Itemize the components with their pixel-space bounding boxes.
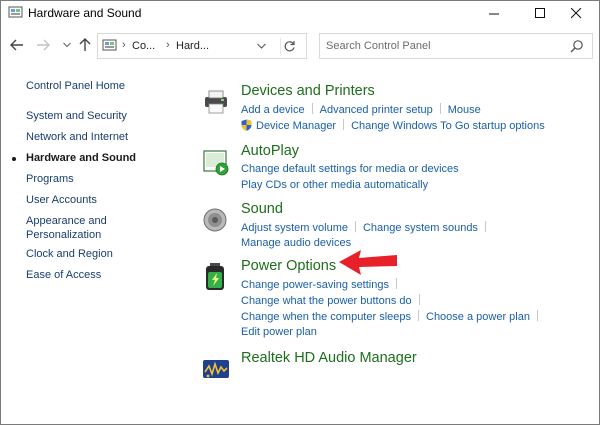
sidebar-item-clock-and-region[interactable]: Clock and Region	[26, 248, 113, 260]
change-when-computer-sleeps-link[interactable]: Change when the computer sleeps	[241, 311, 411, 323]
title-bar: Hardware and Sound	[1, 1, 599, 25]
sidebar-item-network-and-internet[interactable]: Network and Internet	[26, 131, 128, 143]
sound-links-row2: Manage audio devices	[241, 237, 351, 249]
search-icon[interactable]	[570, 39, 584, 53]
power-links-row1: Change power-saving settings	[241, 278, 404, 291]
advanced-printer-setup-link[interactable]: Advanced printer setup	[320, 104, 433, 116]
power-links-row4: Edit power plan	[241, 326, 317, 338]
minimize-icon	[488, 13, 499, 14]
manage-audio-devices-link[interactable]: Manage audio devices	[241, 237, 351, 249]
address-bar[interactable]: › Co... › Hard...	[97, 33, 307, 59]
link-divider	[354, 221, 356, 232]
up-button[interactable]	[77, 37, 93, 53]
power-links-row2: Change what the power buttons do	[241, 294, 427, 307]
change-power-saving-settings-link[interactable]: Change power-saving settings	[241, 279, 389, 291]
autoplay-title[interactable]: AutoPlay	[241, 143, 299, 159]
power-links-row3: Change when the computer sleeps Choose a …	[241, 310, 545, 323]
breadcrumb-separator[interactable]: ›	[166, 39, 170, 51]
active-item-indicator	[12, 157, 16, 161]
edit-power-plan-link[interactable]: Edit power plan	[241, 326, 317, 338]
forward-button[interactable]	[35, 37, 51, 53]
sidebar-item-appearance-line1[interactable]: Appearance and	[26, 215, 107, 227]
breadcrumb-separator[interactable]: ›	[122, 39, 126, 51]
change-default-settings-link[interactable]: Change default settings for media or dev…	[241, 163, 459, 175]
link-divider	[439, 103, 441, 114]
autoplay-icon	[203, 150, 229, 176]
shield-icon	[241, 119, 252, 131]
back-button[interactable]	[9, 37, 25, 53]
link-divider	[311, 103, 313, 114]
annotation-arrow-icon	[339, 250, 397, 275]
change-power-buttons-link[interactable]: Change what the power buttons do	[241, 295, 412, 307]
realtek-hd-audio-manager-title[interactable]: Realtek HD Audio Manager	[241, 350, 417, 366]
mouse-link[interactable]: Mouse	[448, 104, 481, 116]
link-divider	[418, 310, 419, 321]
chevron-down-icon	[63, 42, 71, 48]
power-options-title[interactable]: Power Options	[241, 258, 336, 274]
control-panel-icon	[102, 39, 117, 51]
chevron-down-icon	[256, 43, 266, 49]
navigation-bar: › Co... › Hard...	[1, 31, 599, 61]
link-divider	[343, 119, 345, 130]
link-divider	[484, 221, 486, 232]
refresh-button[interactable]	[280, 38, 298, 54]
add-a-device-link[interactable]: Add a device	[241, 104, 305, 116]
link-divider	[395, 278, 397, 289]
sidebar-item-appearance-line2[interactable]: Personalization	[26, 229, 101, 241]
forward-arrow-icon	[37, 39, 50, 51]
link-divider	[536, 310, 538, 321]
devices-links-row2: Device Manager Change Windows To Go start…	[241, 119, 545, 132]
control-panel-window: Hardware and Sound › Co... › Hard... Sea…	[0, 0, 600, 425]
realtek-audio-icon	[203, 360, 229, 378]
refresh-icon	[284, 40, 295, 51]
window-title: Hardware and Sound	[28, 6, 142, 20]
change-windows-to-go-link[interactable]: Change Windows To Go startup options	[351, 120, 545, 132]
search-input[interactable]	[326, 38, 556, 54]
battery-icon	[206, 263, 224, 290]
up-arrow-icon	[79, 38, 91, 51]
link-divider	[418, 294, 420, 305]
choose-a-power-plan-link[interactable]: Choose a power plan	[426, 311, 530, 323]
autoplay-links-row2: Play CDs or other media automatically	[241, 179, 428, 191]
breadcrumb-control-panel[interactable]: Co...	[132, 40, 155, 52]
adjust-system-volume-link[interactable]: Adjust system volume	[241, 222, 348, 234]
speaker-icon	[203, 208, 227, 232]
devices-links-row1: Add a device Advanced printer setup Mouse	[241, 103, 481, 116]
breadcrumb-hardware-and-sound[interactable]: Hard...	[176, 40, 209, 52]
sidebar-item-hardware-and-sound[interactable]: Hardware and Sound	[26, 152, 136, 164]
change-system-sounds-link[interactable]: Change system sounds	[363, 222, 478, 234]
maximize-icon	[534, 7, 545, 18]
recent-locations-button[interactable]	[59, 37, 75, 53]
sidebar-item-control-panel-home[interactable]: Control Panel Home	[26, 80, 125, 92]
minimize-button[interactable]	[471, 1, 517, 25]
address-dropdown-button[interactable]	[254, 40, 268, 52]
close-button[interactable]	[553, 1, 599, 25]
back-arrow-icon	[10, 39, 23, 51]
close-icon	[570, 7, 581, 18]
sidebar-item-programs[interactable]: Programs	[26, 173, 74, 185]
autoplay-links-row1: Change default settings for media or dev…	[241, 163, 459, 175]
control-panel-icon	[8, 6, 23, 18]
devices-and-printers-title[interactable]: Devices and Printers	[241, 83, 375, 99]
sidebar-item-ease-of-access[interactable]: Ease of Access	[26, 269, 101, 281]
sidebar-item-system-and-security[interactable]: System and Security	[26, 110, 127, 122]
search-box[interactable]	[319, 33, 593, 59]
sound-title[interactable]: Sound	[241, 201, 283, 217]
printer-icon	[205, 90, 227, 114]
play-cds-automatically-link[interactable]: Play CDs or other media automatically	[241, 179, 428, 191]
sound-links-row1: Adjust system volume Change system sounds	[241, 221, 493, 234]
device-manager-link[interactable]: Device Manager	[256, 120, 336, 132]
sidebar-item-user-accounts[interactable]: User Accounts	[26, 194, 97, 206]
